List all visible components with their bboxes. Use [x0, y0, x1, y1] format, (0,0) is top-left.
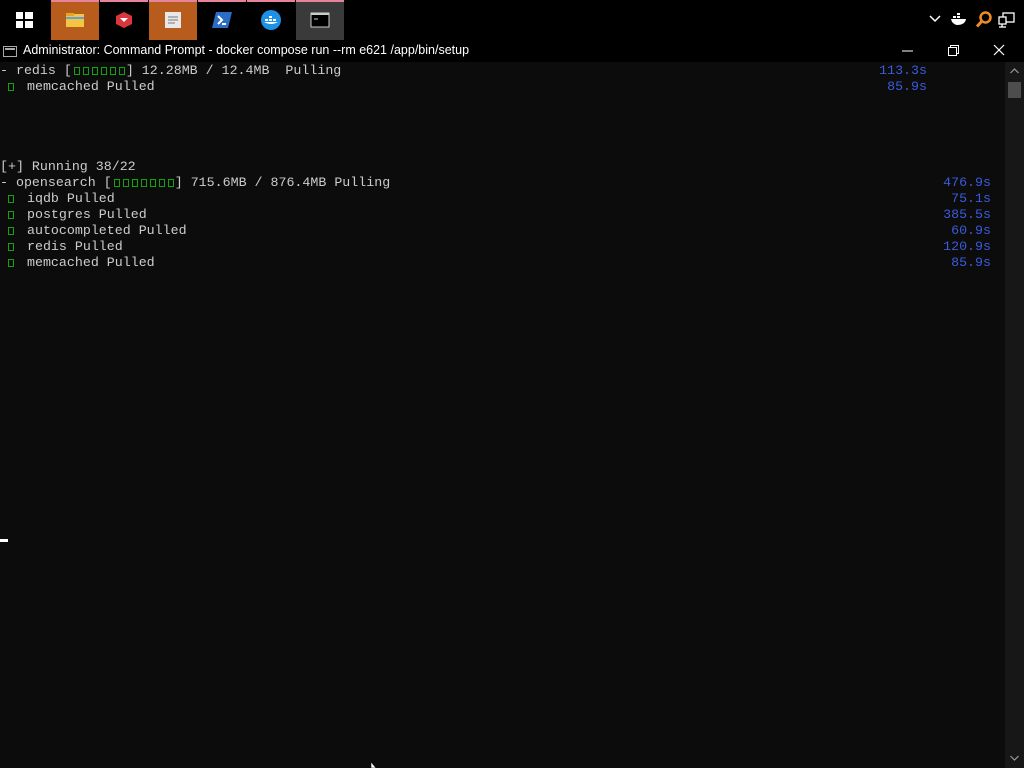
check-icon [0, 207, 15, 222]
minimize-button[interactable] [884, 40, 930, 62]
console-line-memcached-pulled: memcached Pulled [0, 79, 155, 95]
taskbar-docker-desktop[interactable] [247, 0, 295, 40]
window-title: Administrator: Command Prompt - docker c… [23, 43, 470, 57]
folder-icon [66, 13, 84, 27]
gitkraken-icon [116, 12, 132, 28]
taskbar-file-explorer[interactable] [51, 0, 99, 40]
tray-docker[interactable] [948, 0, 970, 40]
docker-whale-icon [951, 13, 966, 25]
check-icon [0, 255, 15, 270]
elapsed-time: 385.5s [943, 207, 991, 222]
running-status: [+] Running 38/22 [0, 159, 136, 174]
scroll-up-icon[interactable] [1010, 68, 1019, 74]
docker-icon [261, 10, 281, 30]
console-line-redis-pulling: - redis [] 12.28MB / 12.4MB Pulling [0, 63, 342, 78]
elapsed-time: 476.9s [943, 175, 991, 190]
taskbar-powershell[interactable] [198, 0, 246, 40]
console-line-postgres-pulled: postgres Pulled [0, 207, 147, 223]
progress-bar [112, 175, 175, 190]
close-icon [993, 44, 1005, 56]
elapsed-time: 60.9s [951, 223, 991, 238]
network-icon [998, 12, 1015, 28]
mouse-pointer-icon [371, 762, 377, 768]
start-button[interactable] [0, 0, 48, 40]
vertical-scrollbar[interactable] [1005, 62, 1024, 768]
taskbar [0, 0, 1024, 40]
window-title-bar[interactable]: Administrator: Command Prompt - docker c… [0, 40, 1024, 62]
restore-button[interactable] [930, 40, 976, 62]
elapsed-time: 85.9s [951, 255, 991, 270]
tray-overflow-button[interactable] [926, 0, 942, 40]
elapsed-time: 85.9s [887, 79, 927, 94]
progress-bar [72, 63, 126, 78]
console-line-opensearch-pulling: - opensearch [] 715.6MB / 876.4MB Pullin… [0, 175, 391, 190]
check-icon [0, 223, 15, 238]
restore-icon [948, 45, 959, 56]
tray-search[interactable] [973, 0, 993, 40]
chevron-up-icon [929, 15, 941, 23]
console-window-icon[interactable] [3, 46, 17, 57]
taskbar-gitkraken[interactable] [100, 0, 148, 40]
command-prompt-icon [310, 12, 330, 28]
minimize-icon [902, 50, 913, 52]
scroll-down-icon[interactable] [1010, 755, 1019, 761]
notepad-icon [165, 12, 181, 28]
close-button[interactable] [976, 40, 1022, 62]
check-icon [0, 79, 15, 94]
elapsed-time: 120.9s [943, 239, 991, 254]
console-line-redis-pulled: redis Pulled [0, 239, 123, 255]
tray-network[interactable] [996, 0, 1018, 40]
elapsed-time: 113.3s [879, 63, 927, 78]
search-icon [976, 11, 992, 28]
check-icon [0, 239, 15, 254]
text-cursor [0, 539, 8, 542]
check-icon [0, 191, 15, 206]
console-line-memcached-pulled: memcached Pulled [0, 255, 155, 271]
scroll-thumb[interactable] [1008, 82, 1021, 98]
console-line-autocompleted-pulled: autocompleted Pulled [0, 223, 187, 239]
taskbar-command-prompt[interactable] [296, 0, 344, 40]
powershell-icon [212, 12, 232, 28]
console-line-iqdb-pulled: iqdb Pulled [0, 191, 115, 207]
taskbar-notepad[interactable] [149, 0, 197, 40]
elapsed-time: 75.1s [951, 191, 991, 206]
console-output[interactable]: - redis [] 12.28MB / 12.4MB Pulling 113.… [0, 62, 1005, 768]
